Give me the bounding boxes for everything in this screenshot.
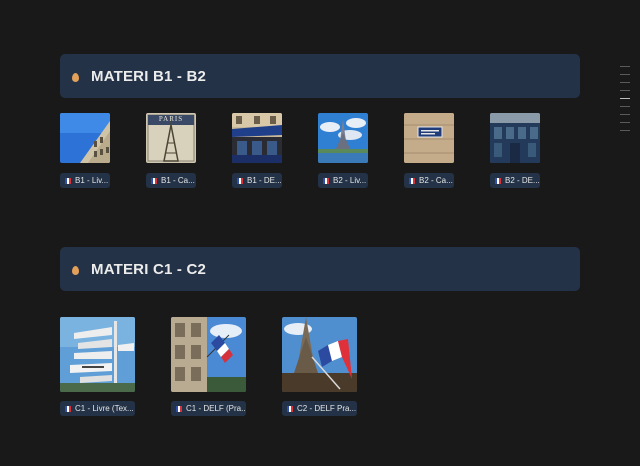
gallery-card-c1-delf[interactable] (171, 317, 246, 392)
item-label-chip[interactable]: B1 - Ca... (146, 173, 196, 188)
france-flag-icon (65, 405, 71, 412)
item-label-chip[interactable]: C1 - DELF (Pra... (171, 401, 246, 416)
gallery-card-c2-delf[interactable] (282, 317, 357, 392)
france-flag-icon (323, 177, 329, 184)
thumbnail-image (490, 113, 540, 163)
outline-tick[interactable] (620, 130, 630, 131)
outline-tick[interactable] (620, 90, 630, 91)
thumbnail-image (282, 317, 357, 392)
item-label-chip[interactable]: B1 - Liv... (60, 173, 110, 188)
outline-tick[interactable] (620, 66, 630, 67)
gallery-card-b2-delf[interactable] (490, 113, 540, 163)
thumbnail-image (60, 317, 135, 392)
item-label-chip[interactable]: B2 - Liv... (318, 173, 368, 188)
france-flag-icon (237, 177, 243, 184)
gallery-card-b1-delf[interactable] (232, 113, 282, 163)
page-outline-scrollbar[interactable] (620, 66, 630, 138)
outline-tick[interactable] (620, 82, 630, 83)
thumbnail-image (60, 113, 110, 163)
france-flag-icon (151, 177, 157, 184)
gallery-card-b1-livre[interactable] (60, 113, 110, 163)
drop-icon (72, 265, 79, 275)
section-title: MATERI B1 - B2 (91, 67, 207, 85)
outline-tick[interactable] (620, 106, 630, 107)
section-header-b1-b2[interactable]: MATERI B1 - B2 (60, 54, 580, 98)
thumbnail-image (318, 113, 368, 163)
france-flag-icon (409, 177, 415, 184)
drop-icon (72, 72, 79, 82)
outline-tick[interactable] (620, 122, 630, 123)
item-label-chip[interactable]: B2 - DE... (490, 173, 540, 188)
poster-title-text: PARIS (158, 115, 184, 123)
thumbnail-image (171, 317, 246, 392)
section-title: MATERI C1 - C2 (91, 260, 207, 278)
france-flag-icon (176, 405, 182, 412)
outline-tick[interactable] (620, 74, 630, 75)
item-label-chip[interactable]: C2 - DELF Pra... (282, 401, 357, 416)
gallery-card-b1-cahier[interactable]: PARIS (146, 113, 196, 163)
gallery-card-b2-livre[interactable] (318, 113, 368, 163)
gallery-card-b2-cahier[interactable] (404, 113, 454, 163)
france-flag-icon (65, 177, 71, 184)
gallery-card-c1-livre[interactable] (60, 317, 135, 392)
section-header-c1-c2[interactable]: MATERI C1 - C2 (60, 247, 580, 291)
thumbnail-image (232, 113, 282, 163)
item-label-chip[interactable]: B2 - Ca... (404, 173, 454, 188)
france-flag-icon (495, 177, 501, 184)
item-label-chip[interactable]: C1 - Livre (Tex... (60, 401, 135, 416)
outline-tick[interactable] (620, 114, 630, 115)
outline-tick-active[interactable] (620, 98, 630, 99)
thumbnail-image: PARIS (146, 113, 196, 163)
item-label-chip[interactable]: B1 - DE... (232, 173, 282, 188)
france-flag-icon (287, 405, 293, 412)
thumbnail-image (404, 113, 454, 163)
